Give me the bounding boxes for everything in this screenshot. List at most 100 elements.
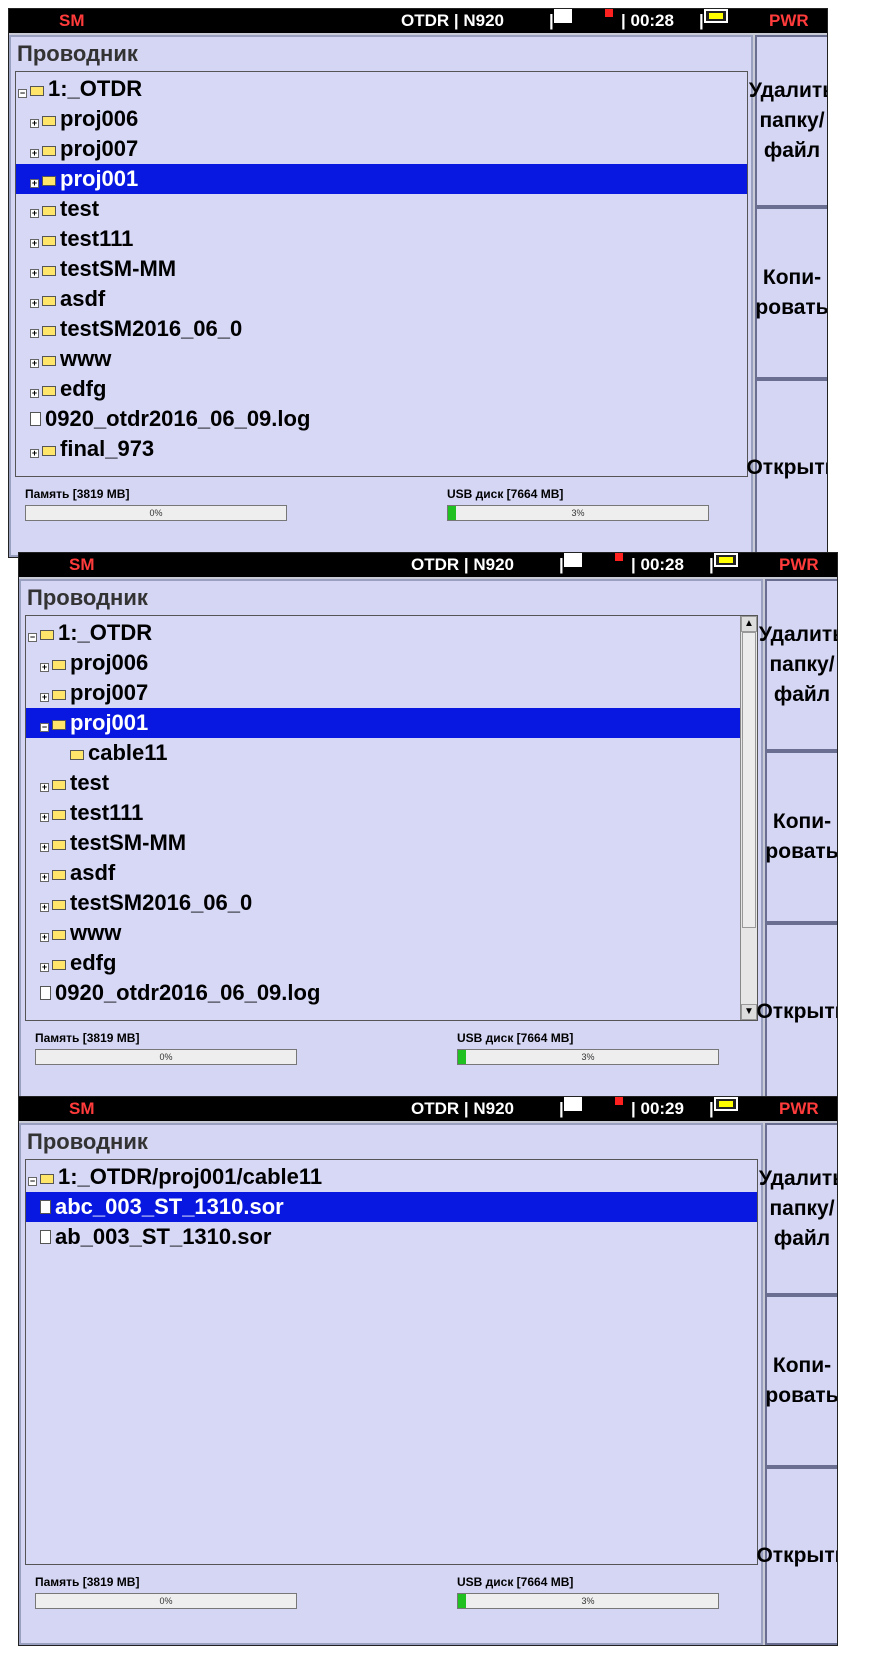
tree-item[interactable]: + proj001 [16, 164, 747, 194]
tree-item[interactable]: + proj007 [16, 134, 747, 164]
expand-icon[interactable]: + [40, 843, 49, 852]
tree-item[interactable]: − proj001 [26, 708, 741, 738]
file-item[interactable]: ab_003_ST_1310.sor [26, 1222, 757, 1252]
file-item[interactable]: 0920_otdr2016_06_09.log [26, 978, 741, 1008]
tree-item[interactable]: + edfg [26, 948, 741, 978]
explorer-panel: Проводник − 1:_OTDR + proj006 + proj007 − proj0… [19, 579, 763, 1101]
expand-icon[interactable]: + [30, 329, 39, 338]
tree-item[interactable]: + www [16, 344, 747, 374]
tree-item[interactable]: + test111 [16, 224, 747, 254]
delete-button[interactable]: Удалить папку/ файл [749, 35, 827, 207]
expand-icon[interactable]: + [30, 179, 39, 188]
collapse-icon[interactable]: − [28, 1177, 37, 1186]
softkey-panel: Удалить папку/ файл Копи- ровать Открыть [756, 579, 837, 1101]
item-label: proj006 [60, 106, 139, 131]
tree-item[interactable]: + testSM-MM [26, 828, 741, 858]
open-button[interactable]: Открыть [746, 379, 827, 557]
tree-item[interactable]: + test111 [26, 798, 741, 828]
clock: | 00:28 [631, 555, 684, 574]
folder-icon [42, 146, 56, 156]
expand-icon[interactable]: + [30, 149, 39, 158]
scroll-thumb[interactable] [742, 632, 756, 928]
tree-item[interactable]: − 1:_OTDR/proj001/cable11 [26, 1162, 757, 1192]
file-tree[interactable]: − 1:_OTDR + proj006 + proj007 + proj001 + test + te… [15, 71, 748, 477]
open-button[interactable]: Открыть [756, 1467, 837, 1645]
tree-item[interactable]: cable11 [26, 738, 741, 768]
folder-icon [70, 750, 84, 760]
file-tree[interactable]: − 1:_OTDR/proj001/cable11 abc_003_ST_1310.… [25, 1159, 758, 1565]
tree-item[interactable]: + test [26, 768, 741, 798]
item-label: cable11 [88, 740, 168, 765]
tree-item[interactable]: − 1:_OTDR [26, 618, 741, 648]
collapse-icon[interactable]: − [28, 633, 37, 642]
expand-icon[interactable]: + [30, 119, 39, 128]
folder-icon [52, 810, 66, 820]
expand-icon[interactable]: + [40, 693, 49, 702]
delete-button[interactable]: Удалить папку/ файл [759, 579, 837, 751]
expand-icon[interactable]: + [40, 903, 49, 912]
clock: | 00:29 [631, 1099, 684, 1118]
copy-button[interactable]: Копи- ровать [765, 751, 837, 923]
tree-item[interactable]: + test [16, 194, 747, 224]
status-bar: SM OTDR | N920 | | 00:28 | PWR [19, 553, 837, 577]
tree-item[interactable]: + testSM2016_06_0 [16, 314, 747, 344]
expand-icon[interactable]: + [30, 239, 39, 248]
item-label: proj007 [60, 136, 139, 161]
tree-item[interactable]: + proj006 [26, 648, 741, 678]
tree-item[interactable]: + proj007 [26, 678, 741, 708]
panel-title: Проводник [27, 585, 148, 610]
item-label: 1:_OTDR/proj001/cable11 [58, 1164, 323, 1189]
open-button[interactable]: Открыть [756, 923, 837, 1101]
file-item[interactable]: 0920_otdr2016_06_09.log [16, 404, 747, 434]
collapse-icon[interactable]: − [18, 89, 27, 98]
expand-icon[interactable]: + [40, 963, 49, 972]
mode-label: SM [59, 11, 85, 30]
expand-icon[interactable]: + [30, 269, 39, 278]
item-label: test111 [70, 800, 144, 825]
expand-icon[interactable]: + [40, 813, 49, 822]
item-label: 0920_otdr2016_06_09.log [55, 980, 321, 1005]
file-tree[interactable]: − 1:_OTDR + proj006 + proj007 − proj001 cable11 +… [25, 615, 758, 1021]
item-label: www [70, 920, 122, 945]
expand-icon[interactable]: + [30, 209, 39, 218]
sd-card-icon: | [549, 9, 572, 33]
expand-icon[interactable]: + [30, 299, 39, 308]
expand-icon[interactable]: + [40, 663, 49, 672]
expand-icon[interactable]: + [30, 359, 39, 368]
sd-card-icon: | [559, 1097, 582, 1121]
expand-icon[interactable]: + [30, 449, 39, 458]
power-label: PWR [779, 1099, 819, 1118]
item-label: abc_003_ST_1310.sor [55, 1194, 284, 1219]
scroll-down-icon[interactable]: ▼ [741, 1004, 757, 1020]
copy-button[interactable]: Копи- ровать [765, 1295, 837, 1467]
folder-icon [42, 266, 56, 276]
scroll-up-icon[interactable]: ▲ [741, 616, 757, 632]
tree-item[interactable]: + edfg [16, 374, 747, 404]
collapse-icon[interactable]: − [40, 723, 49, 732]
softkey-panel: Удалить папку/ файл Копи- ровать Открыть [746, 35, 827, 557]
tree-item[interactable]: + asdf [16, 284, 747, 314]
item-label: www [60, 346, 112, 371]
tree-item[interactable]: + final_973 [16, 434, 747, 464]
item-label: testSM2016_06_0 [70, 890, 253, 915]
tree-item[interactable]: + testSM2016_06_0 [26, 888, 741, 918]
item-label: testSM-MM [60, 256, 177, 281]
expand-icon[interactable]: + [40, 873, 49, 882]
tree-item[interactable]: + testSM-MM [16, 254, 747, 284]
tree-item[interactable]: + www [26, 918, 741, 948]
memory-label: Память [3819 MB] [25, 487, 130, 501]
copy-button[interactable]: Копи- ровать [755, 207, 827, 379]
expand-icon[interactable]: + [30, 389, 39, 398]
tree-item[interactable]: − 1:_OTDR [16, 74, 747, 104]
tree-item[interactable]: + asdf [26, 858, 741, 888]
power-label: PWR [769, 11, 809, 30]
delete-button[interactable]: Удалить папку/ файл [759, 1123, 837, 1295]
usb-bar: 3% [457, 1049, 719, 1065]
scrollbar[interactable]: ▲ ▼ [740, 616, 757, 1020]
file-item[interactable]: abc_003_ST_1310.sor [26, 1192, 757, 1222]
item-label: proj006 [70, 650, 149, 675]
expand-icon[interactable]: + [40, 783, 49, 792]
item-label: 1:_OTDR [48, 76, 143, 101]
expand-icon[interactable]: + [40, 933, 49, 942]
tree-item[interactable]: + proj006 [16, 104, 747, 134]
